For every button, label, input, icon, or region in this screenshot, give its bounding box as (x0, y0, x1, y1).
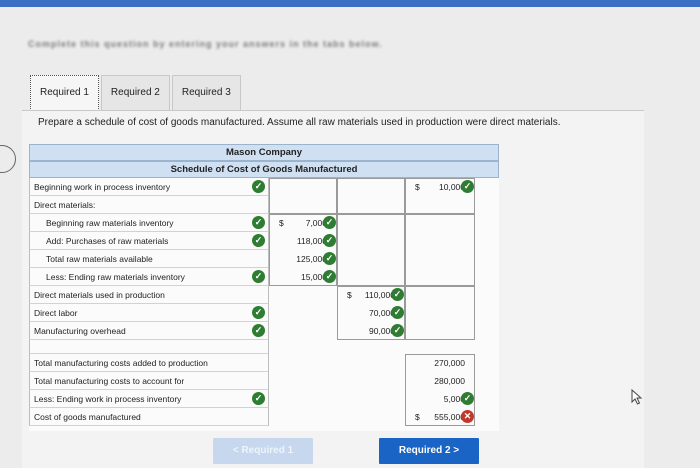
dollar-sign: $ (279, 218, 284, 228)
cell-total-account: 280,000 (412, 372, 482, 390)
row-cogm: Cost of goods manufactured $ 555,000 ✕ (29, 408, 499, 426)
tab-required-3[interactable]: Required 3 (171, 75, 241, 111)
page: Complete this question by entering your … (0, 7, 700, 468)
schedule-title-header: Schedule of Cost of Goods Manufactured (29, 161, 499, 178)
row-label: Total manufacturing costs added to produ… (29, 354, 269, 372)
row-label: Manufacturing overhead (29, 322, 269, 340)
row-label: Direct materials used in production (29, 286, 269, 304)
check-icon: ✓ (461, 180, 474, 193)
row-total-added: Total manufacturing costs added to produ… (29, 354, 499, 372)
row-label: Cost of goods manufactured (29, 408, 269, 426)
row-label: Total raw materials available (29, 250, 269, 268)
next-required-button[interactable]: Required 2 > (379, 438, 479, 464)
check-icon: ✓ (323, 270, 336, 283)
row-beginning-raw: Beginning raw materials inventory ✓ $ 7,… (29, 214, 499, 232)
check-icon: ✓ (252, 270, 265, 283)
check-icon: ✓ (252, 216, 265, 229)
row-label-empty (29, 340, 269, 354)
top-accent-bar (0, 0, 700, 7)
prev-required-button[interactable]: < Required 1 (213, 438, 313, 464)
x-mark-icon: ✕ (461, 410, 474, 423)
dollar-sign: $ (415, 182, 420, 192)
check-icon: ✓ (391, 306, 404, 319)
question-prompt: Prepare a schedule of cost of goods manu… (38, 117, 561, 128)
dollar-sign: $ (347, 290, 352, 300)
mouse-cursor-icon (631, 389, 643, 405)
tab-bar: Required 1 Required 2 Required 3 (30, 75, 243, 111)
check-icon: ✓ (252, 234, 265, 247)
row-ending-raw: Less: Ending raw materials inventory ✓ 1… (29, 268, 499, 286)
check-icon: ✓ (252, 392, 265, 405)
row-label: Less: Ending raw materials inventory (29, 268, 269, 286)
check-icon: ✓ (323, 252, 336, 265)
check-icon: ✓ (252, 324, 265, 337)
row-purchases: Add: Purchases of raw materials ✓ 118,00… (29, 232, 499, 250)
row-overhead: Manufacturing overhead ✓ 90,000 ✓ (29, 322, 499, 340)
check-icon: ✓ (252, 180, 265, 193)
row-label: Total manufacturing costs to account for (29, 372, 269, 390)
row-spacer (29, 340, 499, 354)
row-label: Direct materials: (29, 196, 269, 214)
tab-required-1[interactable]: Required 1 (30, 75, 99, 111)
row-label: Add: Purchases of raw materials (29, 232, 269, 250)
dollar-sign: $ (415, 412, 420, 422)
cell-value: 280,000 (434, 376, 465, 386)
check-icon: ✓ (461, 392, 474, 405)
side-circle-icon (0, 145, 16, 173)
row-total-account: Total manufacturing costs to account for… (29, 372, 499, 390)
check-icon: ✓ (323, 234, 336, 247)
row-direct-materials: Direct materials: (29, 196, 499, 214)
row-beginning-wip: Beginning work in process inventory ✓ $ … (29, 178, 499, 196)
instruction-text: Complete this question by entering your … (28, 39, 383, 49)
row-dm-used: Direct materials used in production $ 11… (29, 286, 499, 304)
row-label: Beginning raw materials inventory (29, 214, 269, 232)
row-label: Less: Ending work in process inventory (29, 390, 269, 408)
row-direct-labor: Direct labor ✓ 70,000 ✓ (29, 304, 499, 322)
check-icon: ✓ (252, 306, 265, 319)
cell-value: 270,000 (434, 358, 465, 368)
row-total-raw: Total raw materials available 125,000 ✓ (29, 250, 499, 268)
cell-total-added: 270,000 (412, 354, 482, 372)
check-icon: ✓ (323, 216, 336, 229)
check-icon: ✓ (391, 324, 404, 337)
row-label: Direct labor (29, 304, 269, 322)
check-icon: ✓ (391, 288, 404, 301)
tab-required-2[interactable]: Required 2 (100, 75, 170, 111)
company-name-header: Mason Company (29, 144, 499, 161)
tab-panel: Prepare a schedule of cost of goods manu… (22, 110, 644, 468)
schedule-table: Mason Company Schedule of Cost of Goods … (29, 144, 499, 431)
row-label: Beginning work in process inventory (29, 178, 269, 196)
row-ending-wip: Less: Ending work in process inventory ✓… (29, 390, 499, 408)
